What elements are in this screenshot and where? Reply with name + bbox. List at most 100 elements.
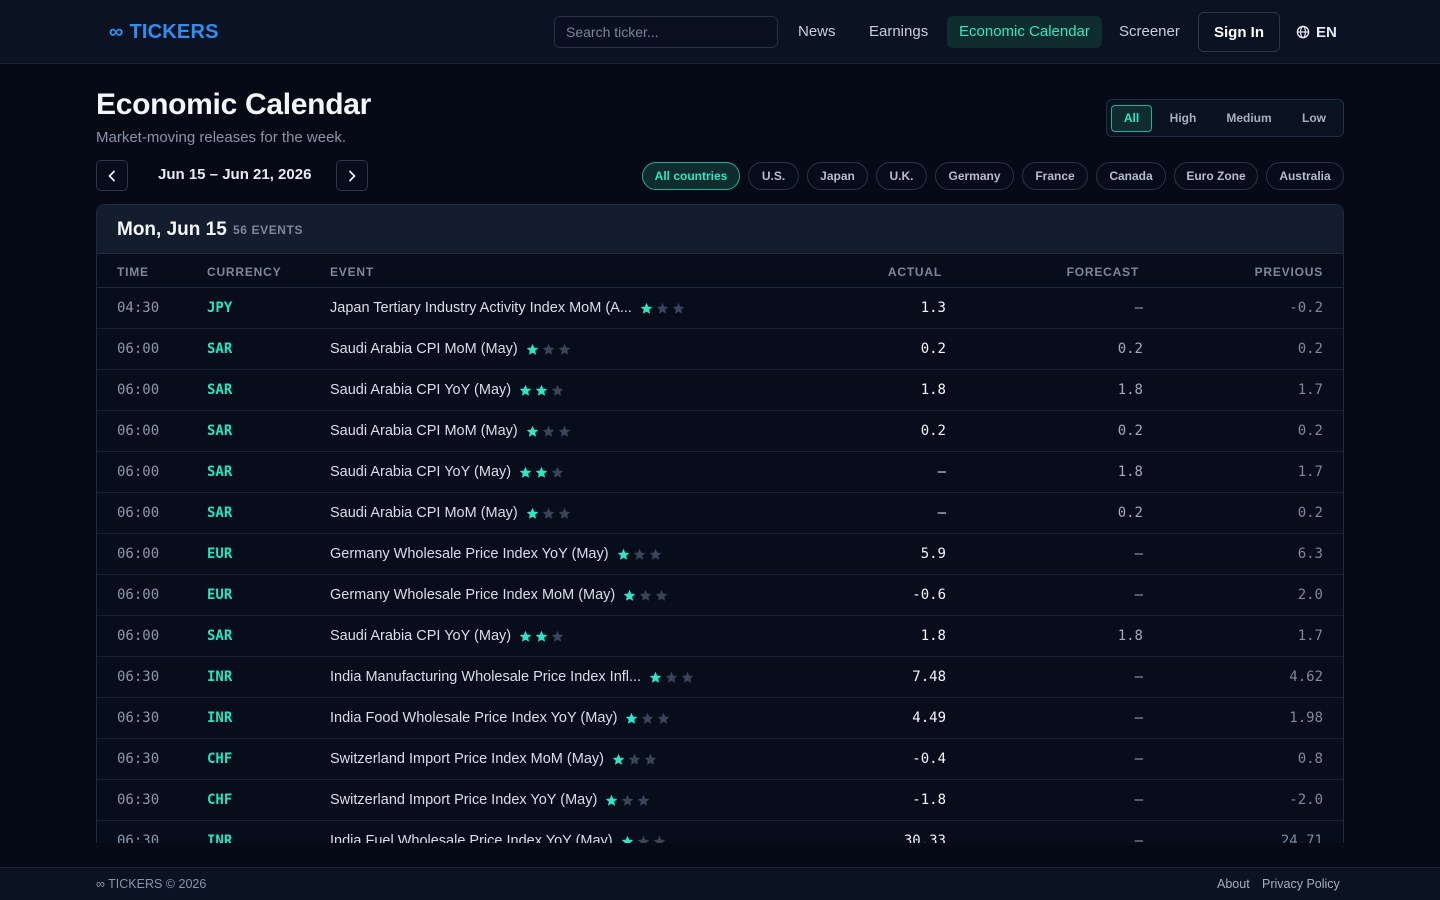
week-range-label: Jun 15 – Jun 21, 2026: [158, 166, 312, 183]
infinity-logo-icon: ∞: [109, 20, 124, 43]
table-row[interactable]: 06:00 SAR Saudi Arabia CPI MoM (May) 0.2 0.2…: [97, 329, 1343, 370]
star-empty-icon: [642, 712, 654, 724]
table-row[interactable]: 06:00 SAR Saudi Arabia CPI MoM (May) 0.2 0.2…: [97, 411, 1343, 452]
table-row[interactable]: 06:00 SAR Saudi Arabia CPI YoY (May) 1.8 1.8…: [97, 616, 1343, 657]
nav-earnings[interactable]: Earnings: [857, 16, 940, 48]
event-name[interactable]: India Fuel Wholesale Price Index YoY (Ma…: [330, 821, 613, 843]
country-chip-france[interactable]: France: [1022, 162, 1088, 190]
sign-in-button[interactable]: Sign In: [1198, 12, 1280, 52]
impact-filter-low[interactable]: Low: [1291, 105, 1337, 132]
nav-economic-calendar[interactable]: Economic Calendar: [947, 16, 1102, 48]
star-filled-icon: [526, 425, 539, 437]
table-row[interactable]: 04:30 JPY Japan Tertiary Industry Activity…: [97, 288, 1343, 329]
country-chip-canada[interactable]: Canada: [1096, 162, 1166, 190]
event-name[interactable]: Saudi Arabia CPI YoY (May): [330, 452, 511, 492]
table-row[interactable]: 06:30 INR India Manufacturing Wholesale Pr…: [97, 657, 1343, 698]
importance-stars: [623, 589, 668, 602]
nav-news[interactable]: News: [786, 16, 848, 48]
event-currency: INR: [207, 669, 233, 685]
footer-link-about[interactable]: About: [1217, 877, 1250, 891]
column-header-time: TIME: [117, 265, 149, 279]
event-time: 06:00: [117, 382, 160, 398]
country-chip-japan[interactable]: Japan: [807, 162, 868, 190]
event-forecast: 1.8: [1117, 382, 1143, 398]
event-name[interactable]: Japan Tertiary Industry Activity Index M…: [330, 288, 632, 328]
event-actual: —: [937, 464, 946, 480]
country-chip-germany[interactable]: Germany: [935, 162, 1014, 190]
star-filled-icon: [519, 630, 532, 642]
events-table-panel: Mon, Jun 15 56 EVENTS TIME CURRENCY EVEN…: [96, 204, 1344, 843]
importance-stars: [617, 548, 662, 561]
event-name[interactable]: India Manufacturing Wholesale Price Inde…: [330, 657, 641, 697]
event-currency: CHF: [207, 792, 233, 808]
footer-link-privacy-policy[interactable]: Privacy Policy: [1262, 877, 1340, 891]
table-row[interactable]: 06:00 EUR Germany Wholesale Price Index Mo…: [97, 575, 1343, 616]
star-filled-icon: [623, 589, 636, 601]
logo-text: TICKERS: [129, 20, 219, 43]
table-row[interactable]: 06:30 INR India Food Wholesale Price Index…: [97, 698, 1343, 739]
table-row[interactable]: 06:00 SAR Saudi Arabia CPI MoM (May) — 0.2 0.…: [97, 493, 1343, 534]
event-time: 06:00: [117, 505, 160, 521]
next-week-button[interactable]: [336, 160, 368, 191]
event-forecast: 1.8: [1117, 464, 1143, 480]
star-empty-icon: [633, 548, 645, 560]
country-chip-euro-zone[interactable]: Euro Zone: [1174, 162, 1258, 190]
star-empty-icon: [621, 794, 634, 806]
event-time: 06:30: [117, 710, 160, 726]
star-empty-icon: [644, 753, 657, 765]
impact-filter-medium[interactable]: Medium: [1215, 105, 1283, 132]
star-empty-icon: [672, 302, 685, 314]
logo[interactable]: ∞ TICKERS: [109, 19, 219, 45]
event-previous: 0.2: [1297, 505, 1323, 521]
event-name[interactable]: India Food Wholesale Price Index YoY (Ma…: [330, 698, 617, 738]
event-actual: -0.4: [912, 751, 946, 767]
star-empty-icon: [551, 384, 564, 396]
event-cell: Saudi Arabia CPI MoM (May): [330, 493, 571, 533]
previous-week-button[interactable]: [96, 160, 128, 191]
table-row[interactable]: 06:00 SAR Saudi Arabia CPI YoY (May) — 1.8 1.…: [97, 452, 1343, 493]
event-name[interactable]: Saudi Arabia CPI MoM (May): [330, 329, 518, 369]
table-row[interactable]: 06:00 EUR Germany Wholesale Price Index Yo…: [97, 534, 1343, 575]
search-ticker-input[interactable]: [554, 16, 778, 48]
event-name[interactable]: Switzerland Import Price Index YoY (May): [330, 780, 597, 820]
nav-screener[interactable]: Screener: [1107, 16, 1192, 48]
event-name[interactable]: Switzerland Import Price Index MoM (May): [330, 739, 604, 779]
country-chip-all[interactable]: All countries: [642, 162, 740, 190]
event-time: 04:30: [117, 300, 160, 316]
table-row[interactable]: 06:00 SAR Saudi Arabia CPI YoY (May) 1.8 1.8…: [97, 370, 1343, 411]
table-row[interactable]: 06:30 CHF Switzerland Import Price Index Y…: [97, 780, 1343, 821]
page-subtitle: Market-moving releases for the week.: [96, 129, 347, 146]
event-name[interactable]: Saudi Arabia CPI YoY (May): [330, 370, 511, 410]
country-chip-uk[interactable]: U.K.: [876, 162, 927, 190]
event-time: 06:00: [117, 546, 160, 562]
event-cell: Saudi Arabia CPI MoM (May): [330, 411, 571, 451]
event-actual: 7.48: [912, 669, 946, 685]
events-list: 04:30 JPY Japan Tertiary Industry Activity…: [97, 288, 1343, 843]
importance-stars: [519, 466, 564, 479]
event-forecast: 0.2: [1117, 505, 1143, 521]
day-header: Mon, Jun 15 56 EVENTS: [97, 205, 1343, 254]
event-previous: 1.98: [1289, 710, 1323, 726]
event-cell: Saudi Arabia CPI YoY (May): [330, 452, 564, 492]
table-row[interactable]: 06:30 CHF Switzerland Import Price Index M…: [97, 739, 1343, 780]
event-cell: Switzerland Import Price Index MoM (May): [330, 739, 657, 779]
event-name[interactable]: Germany Wholesale Price Index MoM (May): [330, 575, 615, 615]
impact-filter-all[interactable]: All: [1111, 105, 1152, 132]
star-empty-icon: [656, 302, 669, 314]
event-name[interactable]: Saudi Arabia CPI MoM (May): [330, 493, 518, 533]
star-filled-icon: [526, 507, 539, 519]
star-filled-icon: [535, 466, 548, 478]
star-filled-icon: [535, 384, 548, 396]
importance-stars: [605, 794, 650, 807]
event-name[interactable]: Saudi Arabia CPI MoM (May): [330, 411, 518, 451]
country-chip-us[interactable]: U.S.: [748, 162, 799, 190]
event-name[interactable]: Saudi Arabia CPI YoY (May): [330, 616, 511, 656]
language-selector[interactable]: EN: [1296, 22, 1337, 42]
event-cell: India Food Wholesale Price Index YoY (Ma…: [330, 698, 670, 738]
event-actual: -0.6: [912, 587, 946, 603]
event-name[interactable]: Germany Wholesale Price Index YoY (May): [330, 534, 609, 574]
event-actual: 1.8: [920, 628, 946, 644]
country-chip-australia[interactable]: Australia: [1266, 162, 1344, 190]
table-row[interactable]: 06:30 INR India Fuel Wholesale Price Index…: [97, 821, 1343, 843]
impact-filter-high[interactable]: High: [1159, 105, 1207, 132]
